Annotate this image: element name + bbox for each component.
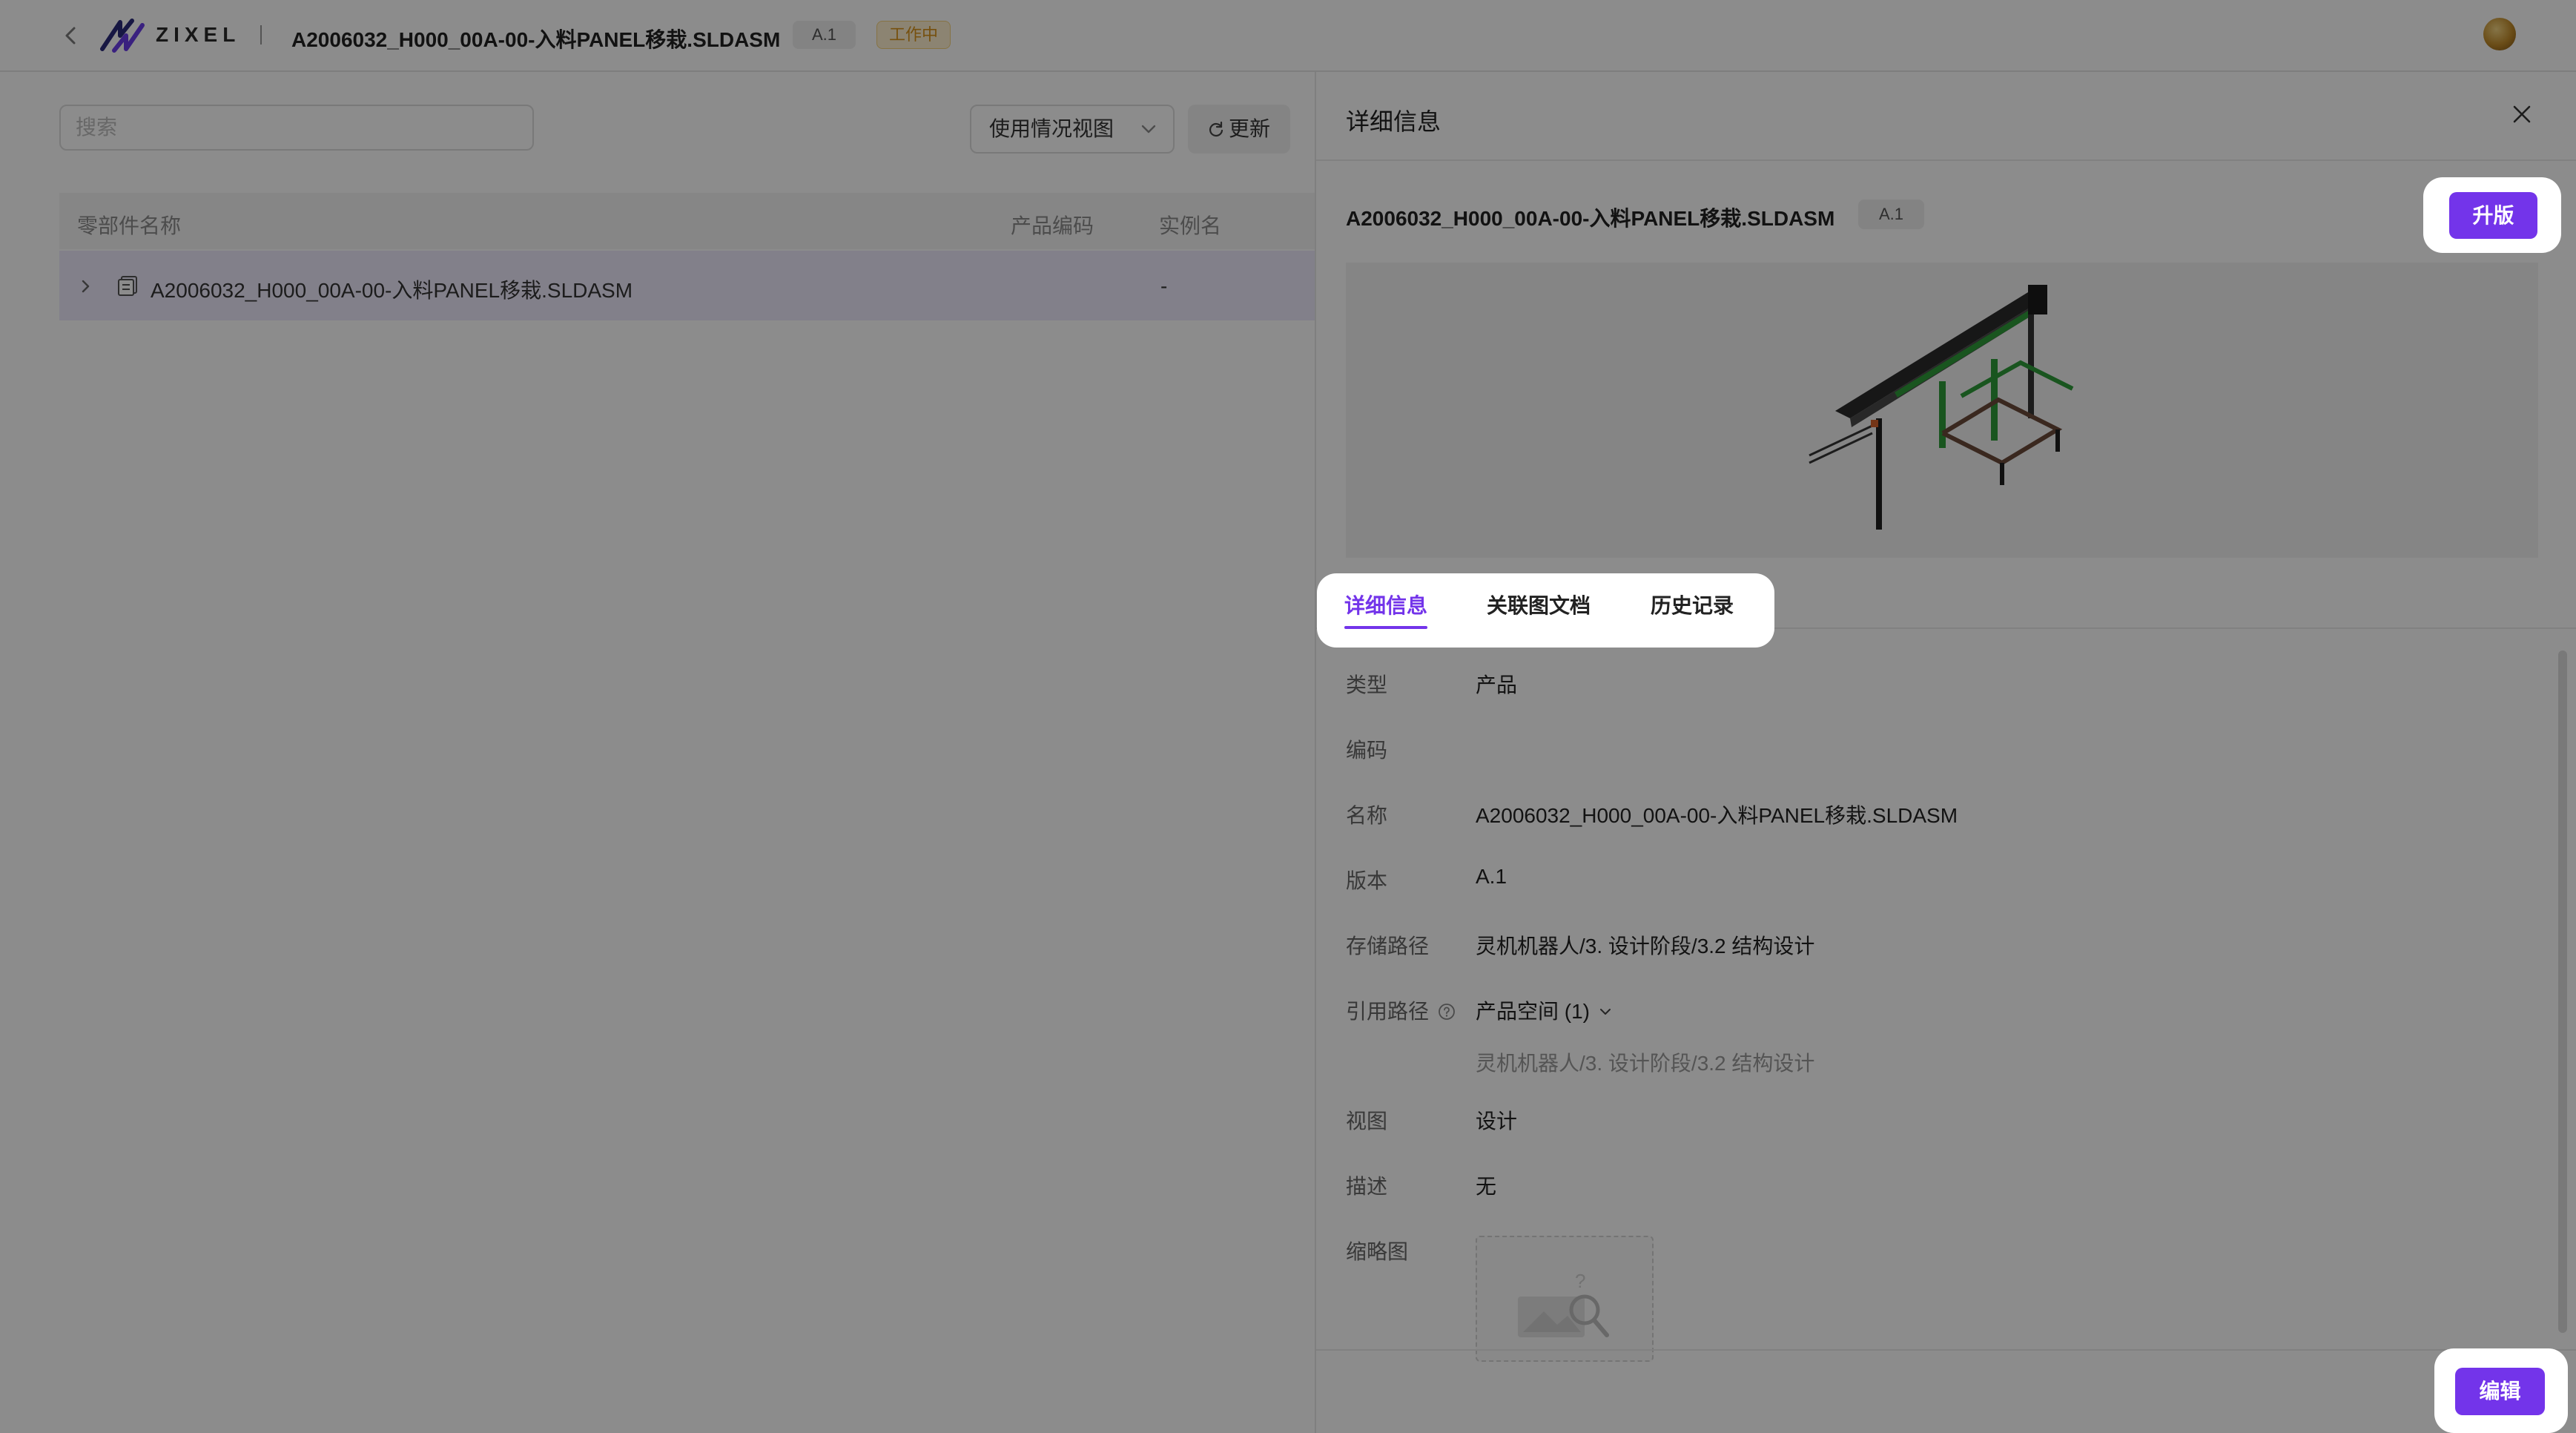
active-tab-indicator: [1344, 626, 1427, 629]
edit-button[interactable]: 编辑: [2455, 1368, 2545, 1415]
upgrade-button[interactable]: 升版: [2449, 192, 2537, 239]
tab-details[interactable]: 详细信息: [1344, 590, 1427, 619]
dim-overlay: [0, 0, 2576, 1433]
tab-history[interactable]: 历史记录: [1651, 590, 1734, 619]
tab-related-documents[interactable]: 关联图文档: [1487, 590, 1591, 619]
